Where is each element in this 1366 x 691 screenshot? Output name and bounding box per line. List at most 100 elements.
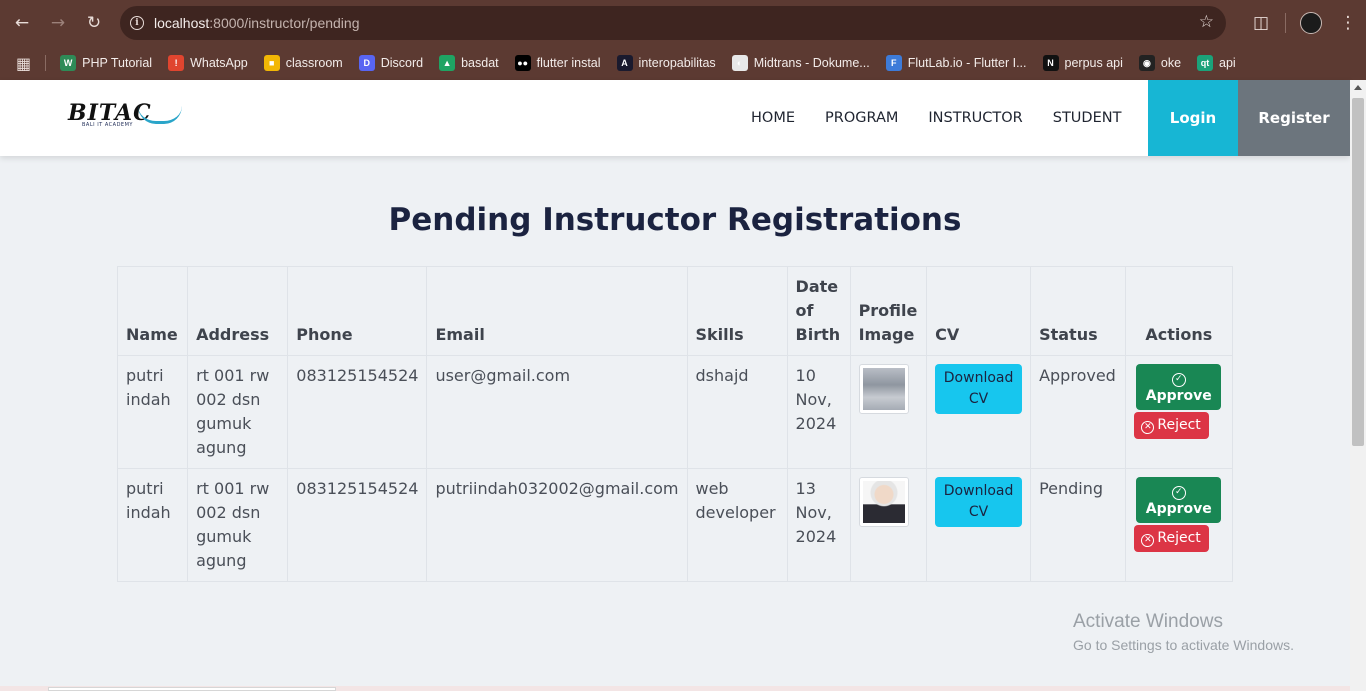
cell-cv: Download CV (926, 468, 1032, 582)
cell-address: rt 001 rw 002 dsn gumuk agung (187, 355, 289, 469)
reject-button[interactable]: ✕ Reject (1133, 412, 1209, 439)
check-circle-icon: ✓ (1171, 485, 1186, 500)
bookmark-favicon-icon: N (1042, 55, 1059, 71)
bookmark-label: Midtrans - Dokume... (753, 56, 870, 70)
reload-icon[interactable]: ↻ (76, 5, 112, 41)
bookmark-label: perpus api (1064, 56, 1123, 70)
bookmark-item[interactable]: ▲ basdat (439, 55, 499, 71)
profile-avatar[interactable] (1300, 12, 1322, 34)
portrait-photo-image (862, 481, 905, 523)
cell-dob: 13 Nov, 2024 (786, 468, 851, 582)
col-cv: CV (926, 266, 1032, 356)
cell-status: Approved (1030, 355, 1126, 469)
bookmark-item[interactable]: Nperpus api (1042, 55, 1123, 71)
x-circle-icon: ✕ (1141, 421, 1155, 434)
main-nav: HOME PROGRAM INSTRUCTOR STUDENT (736, 80, 1136, 156)
bookmark-item[interactable]: ●● flutter instal (514, 55, 601, 71)
cell-skills: web developer (686, 468, 788, 582)
table-row: putri indah rt 001 rw 002 dsn gumuk agun… (116, 468, 1234, 582)
bookmark-item[interactable]: W PHP Tutorial (60, 55, 152, 71)
forward-arrow-icon[interactable]: → (40, 5, 76, 41)
approve-button[interactable]: ✓ Approve (1136, 364, 1222, 410)
cell-email: putriindah032002@gmail.com (426, 468, 688, 582)
bookmark-label: flutter instal (536, 56, 601, 70)
kebab-menu-icon[interactable]: ⋮ (1330, 5, 1366, 41)
approve-label: Approve (1145, 501, 1212, 517)
cell-profile-image (849, 355, 928, 469)
bookmark-label: PHP Tutorial (82, 56, 153, 70)
nav-home[interactable]: HOME (751, 110, 795, 126)
watermark-line1: Activate Windows (1073, 611, 1223, 632)
col-name: Name (116, 266, 189, 356)
nav-program[interactable]: PROGRAM (825, 110, 898, 126)
nav-instructor[interactable]: INSTRUCTOR (928, 110, 1022, 126)
site-info-icon[interactable]: i (120, 16, 154, 30)
profile-thumbnail[interactable] (858, 477, 909, 527)
table-header-row: Name Address Phone Email Skills Date of … (116, 266, 1234, 356)
bookmark-item[interactable]: Ainteropabilitas (616, 55, 716, 71)
windows-activation-watermark: Activate Windows Go to Settings to activ… (1073, 611, 1294, 653)
x-circle-icon: ✕ (1141, 534, 1155, 547)
col-profile-image: Profile Image (849, 266, 928, 356)
reject-button[interactable]: ✕ Reject (1133, 525, 1209, 552)
cell-status: Pending (1030, 468, 1126, 582)
col-email: Email (426, 266, 688, 356)
bookmark-list: W PHP Tutorial ! WhatsApp ■ classroom D Discord… (60, 55, 1252, 71)
logo-subtitle: BALI IT ACADEMY (82, 122, 133, 128)
scroll-thumb[interactable] (1352, 98, 1364, 446)
scroll-up-icon[interactable] (1354, 85, 1362, 90)
bookmark-item[interactable]: F FlutLab.io - Flutter I... (885, 55, 1027, 71)
download-cv-button[interactable]: Download CV (935, 477, 1023, 527)
status-segment (48, 687, 336, 691)
url-host: localhost (154, 15, 210, 31)
bitac-logo[interactable]: BITAC BALI IT ACADEMY (68, 100, 184, 132)
approve-label: Approve (1145, 388, 1212, 404)
register-button[interactable]: Register (1238, 80, 1350, 156)
login-button[interactable]: Login (1148, 80, 1238, 156)
bookmark-star-icon[interactable]: ☆ (1199, 12, 1214, 32)
check-circle-icon: ✓ (1171, 372, 1186, 387)
bookmark-label: api (1219, 56, 1236, 70)
bookmark-favicon-icon: ◉ (1138, 55, 1155, 71)
pending-instructors-table: Name Address Phone Email Skills Date of … (116, 266, 1234, 582)
document-scan-image (862, 368, 905, 410)
table-row: putri indah rt 001 rw 002 dsn gumuk agun… (116, 355, 1234, 469)
bookmark-item[interactable]: ■ classroom (263, 55, 343, 71)
col-actions: Actions (1124, 266, 1234, 356)
toolbar-divider (1285, 13, 1286, 33)
cell-name: putri indah (116, 355, 189, 469)
bookmark-item[interactable]: ◐ Midtrans - Dokume... (731, 55, 870, 71)
watermark-line2: Go to Settings to activate Windows. (1073, 637, 1294, 653)
profile-thumbnail[interactable] (858, 364, 909, 414)
col-dob: Date of Birth (786, 266, 851, 356)
nav-student[interactable]: STUDENT (1053, 110, 1122, 126)
bookmark-label: interopabilitas (638, 56, 716, 70)
bookmark-item[interactable]: ! WhatsApp (168, 55, 248, 71)
bookmark-item[interactable]: ◉ oke (1138, 55, 1181, 71)
browser-toolbar: ← → ↻ i localhost:8000/instructor/pendin… (0, 0, 1366, 46)
approve-button[interactable]: ✓ Approve (1136, 477, 1222, 523)
address-bar[interactable]: i localhost:8000/instructor/pending ☆ (120, 6, 1226, 40)
bookmark-favicon-icon: W (60, 55, 77, 71)
cell-actions: ✓ Approve ✕ Reject (1124, 355, 1234, 469)
download-cv-button[interactable]: Download CV (935, 364, 1023, 414)
back-arrow-icon[interactable]: ← (4, 5, 40, 41)
reject-label: Reject (1157, 530, 1201, 546)
bookmark-item[interactable]: qt api (1197, 55, 1236, 71)
col-status: Status (1030, 266, 1126, 356)
cell-email: user@gmail.com (426, 355, 688, 469)
bookmark-label: basdat (461, 56, 499, 70)
extensions-icon[interactable]: ◫ (1243, 5, 1279, 41)
page-scrollbar[interactable] (1350, 80, 1366, 691)
apps-grid-icon[interactable]: ▦ (16, 54, 31, 73)
cell-phone: 083125154524 (287, 468, 428, 582)
bookmark-favicon-icon: F (885, 55, 902, 71)
cell-phone: 083125154524 (287, 355, 428, 469)
bookmark-favicon-icon: ◐ (731, 55, 748, 71)
bookmark-label: WhatsApp (190, 56, 248, 70)
url-path: :8000/instructor/pending (209, 15, 360, 31)
bookmark-favicon-icon: qt (1197, 55, 1214, 71)
bookmark-favicon-icon: D (358, 55, 375, 71)
cell-skills: dshajd (686, 355, 788, 469)
bookmark-item[interactable]: D Discord (358, 55, 423, 71)
